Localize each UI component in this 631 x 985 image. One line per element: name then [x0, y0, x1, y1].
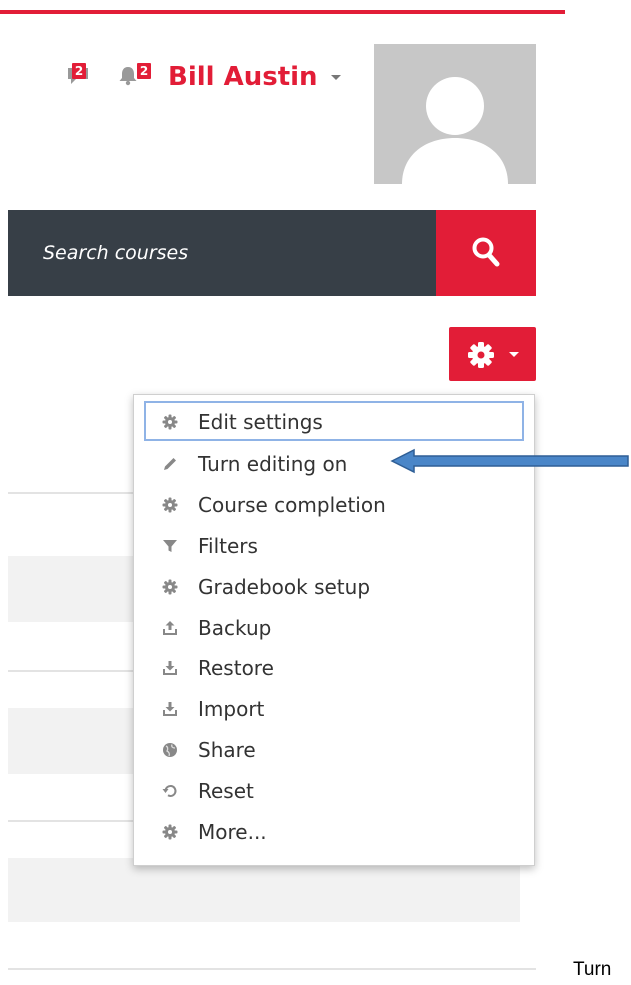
- menu-item-label: More...: [198, 820, 267, 844]
- content-block: [8, 858, 520, 922]
- content-divider: [8, 820, 133, 822]
- annotation-text: Turn: [573, 959, 612, 980]
- course-actions-button[interactable]: [449, 327, 536, 381]
- menu-item-edit-settings[interactable]: Edit settings: [144, 401, 524, 441]
- download-icon: [163, 702, 177, 716]
- menu-item-label: Edit settings: [198, 410, 323, 434]
- bell-icon[interactable]: [117, 64, 139, 86]
- content-block: [8, 556, 133, 622]
- upload-icon: [163, 621, 177, 635]
- annotation-arrow-icon: [390, 448, 629, 474]
- menu-item-label: Backup: [198, 616, 272, 640]
- avatar[interactable]: [374, 44, 536, 184]
- menu-item-reset[interactable]: Reset: [144, 770, 524, 810]
- top-accent-bar: [0, 10, 565, 14]
- download-icon: [163, 661, 177, 675]
- menu-item-label: Import: [198, 697, 265, 721]
- search-placeholder[interactable]: Search courses: [43, 240, 188, 266]
- gear-icon: [468, 342, 494, 368]
- gear-icon: [162, 497, 178, 513]
- menu-item-label: Restore: [198, 656, 274, 680]
- menu-item-share[interactable]: Share: [144, 729, 524, 769]
- menu-item-more[interactable]: More...: [144, 811, 524, 851]
- content-divider: [8, 968, 536, 970]
- user-silhouette-icon: [402, 77, 508, 184]
- content-divider: [8, 492, 133, 494]
- messages-badge: 2: [72, 63, 86, 79]
- menu-item-gradebook-setup[interactable]: Gradebook setup: [144, 566, 524, 606]
- user-menu-toggle[interactable]: Bill Austin: [168, 60, 318, 94]
- filter-icon: [163, 540, 177, 552]
- menu-item-backup[interactable]: Backup: [144, 607, 524, 647]
- menu-item-label: Reset: [198, 779, 254, 803]
- globe-icon: [163, 743, 177, 757]
- gear-icon: [162, 824, 178, 840]
- menu-item-import[interactable]: Import: [144, 688, 524, 728]
- menu-item-filters[interactable]: Filters: [144, 525, 524, 565]
- menu-item-course-completion[interactable]: Course completion: [144, 484, 524, 524]
- chevron-down-icon: [509, 352, 519, 357]
- menu-item-label: Share: [198, 738, 256, 762]
- notifications-badge: 2: [137, 63, 151, 79]
- search-button[interactable]: [436, 210, 536, 296]
- search-icon: [472, 237, 500, 267]
- menu-item-label: Filters: [198, 534, 258, 558]
- gear-icon: [162, 414, 178, 430]
- content-divider: [8, 670, 133, 672]
- reset-icon: [162, 785, 177, 797]
- menu-item-label: Gradebook setup: [198, 575, 371, 599]
- gear-icon: [162, 579, 178, 595]
- chevron-down-icon[interactable]: [331, 75, 341, 80]
- content-block: [8, 708, 133, 774]
- menu-item-label: Course completion: [198, 493, 386, 517]
- pencil-icon: [164, 458, 176, 470]
- menu-item-restore[interactable]: Restore: [144, 647, 524, 687]
- menu-item-label: Turn editing on: [198, 452, 348, 476]
